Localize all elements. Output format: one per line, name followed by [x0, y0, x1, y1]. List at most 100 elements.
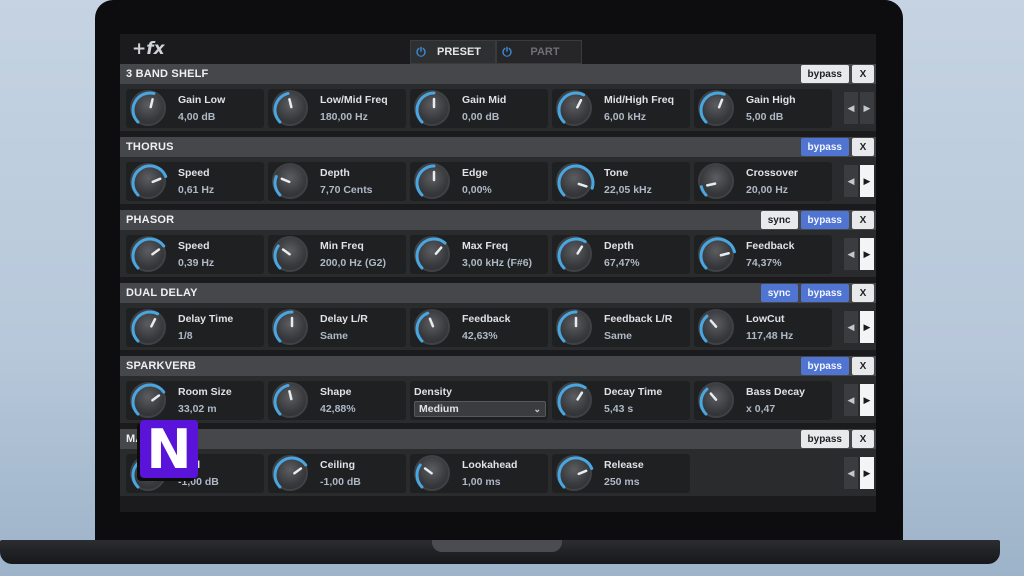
param-shape: Shape 42,88%	[268, 381, 406, 420]
param-value: 1,00 ms	[462, 476, 501, 488]
move-left-button[interactable]: ◀	[844, 457, 858, 489]
knob[interactable]	[556, 309, 592, 345]
knob[interactable]	[698, 163, 734, 199]
bypass-button[interactable]: bypass	[800, 357, 849, 375]
param-value: 42,63%	[462, 330, 498, 342]
knob[interactable]	[414, 90, 450, 126]
move-left-button[interactable]: ◀	[844, 92, 858, 124]
bypass-button[interactable]: bypass	[800, 284, 849, 302]
param-ceiling: Ceiling -1,00 dB	[268, 454, 406, 493]
param-crossover: Crossover 20,00 Hz	[694, 162, 832, 201]
param-name: Release	[604, 459, 644, 471]
knob[interactable]	[272, 455, 308, 491]
close-button[interactable]: X	[852, 65, 874, 83]
move-left-button[interactable]: ◀	[844, 165, 858, 197]
knob[interactable]	[698, 309, 734, 345]
param-depth: Depth 7,70 Cents	[268, 162, 406, 201]
knob[interactable]	[272, 236, 308, 272]
close-button[interactable]: X	[852, 357, 874, 375]
chevron-down-icon: ⌄	[533, 404, 541, 414]
param-value: Same	[320, 330, 349, 342]
tab-part[interactable]: ⏻ PART	[496, 40, 582, 64]
param-value: 22,05 kHz	[604, 184, 652, 196]
param-speed: Speed 0,39 Hz	[126, 235, 264, 274]
top-bar: +fx ⏻ PRESET ⏻ PART	[120, 34, 876, 64]
param-name: Bass Decay	[746, 386, 805, 398]
plugin-window: +fx ⏻ PRESET ⏻ PART 3 BAND SHELF bypass X…	[120, 34, 876, 512]
knob[interactable]	[556, 90, 592, 126]
module-thorus: THORUS bypass X Speed 0,61 Hz Depth 7,70 …	[120, 137, 876, 210]
bypass-button[interactable]: bypass	[800, 211, 849, 229]
sync-button[interactable]: sync	[760, 284, 798, 302]
tab-preset-label: PRESET	[436, 46, 481, 58]
param-name: Lookahead	[462, 459, 518, 471]
bypass-button[interactable]: bypass	[800, 138, 849, 156]
move-left-button[interactable]: ◀	[844, 384, 858, 416]
knob[interactable]	[272, 163, 308, 199]
module-title: SPARKVERB	[126, 360, 197, 372]
bypass-button[interactable]: bypass	[800, 430, 849, 448]
module-nav: ◀ ▶	[844, 165, 874, 197]
param-gain-low: Gain Low 4,00 dB	[126, 89, 264, 128]
knob[interactable]	[130, 236, 166, 272]
close-button[interactable]: X	[852, 211, 874, 229]
param-value: 0,00 dB	[462, 111, 500, 123]
module-header: SPARKVERB bypass X	[120, 356, 876, 376]
move-left-button[interactable]: ◀	[844, 238, 858, 270]
move-right-button[interactable]: ▶	[860, 165, 874, 197]
param-name: Gain Mid	[462, 94, 507, 106]
knob[interactable]	[130, 309, 166, 345]
knob[interactable]	[414, 236, 450, 272]
knob[interactable]	[414, 309, 450, 345]
knob[interactable]	[272, 309, 308, 345]
close-button[interactable]: X	[852, 430, 874, 448]
knob[interactable]	[414, 163, 450, 199]
knob[interactable]	[698, 90, 734, 126]
param-name: Crossover	[746, 167, 798, 179]
tab-preset[interactable]: ⏻ PRESET	[410, 40, 496, 64]
knob[interactable]	[556, 236, 592, 272]
close-button[interactable]: X	[852, 284, 874, 302]
move-right-button[interactable]: ▶	[860, 457, 874, 489]
param-gain-mid: Gain Mid 0,00 dB	[410, 89, 548, 128]
param-mid-high-freq: Mid/High Freq 6,00 kHz	[552, 89, 690, 128]
move-left-button[interactable]: ◀	[844, 311, 858, 343]
knob[interactable]	[698, 236, 736, 272]
knob[interactable]	[130, 382, 166, 418]
module-body: Gain Low 4,00 dB Low/Mid Freq 180,00 Hz …	[120, 84, 876, 134]
knob[interactable]	[272, 382, 308, 418]
density-select[interactable]: Medium ⌄	[414, 401, 546, 417]
param-value: 0,61 Hz	[178, 184, 215, 196]
knob[interactable]	[556, 163, 595, 199]
knob[interactable]	[556, 382, 592, 418]
move-right-button[interactable]: ▶	[860, 92, 874, 124]
module-body: hold -1,00 dB Ceiling -1,00 dB Lookahead…	[120, 449, 876, 499]
screen-footer	[120, 502, 876, 508]
app-logo: +fx	[132, 39, 165, 59]
move-right-button[interactable]: ▶	[860, 311, 874, 343]
module-3-band-shelf: 3 BAND SHELF bypass X Gain Low 4,00 dB Lo…	[120, 64, 876, 137]
param-density: Density Medium ⌄	[410, 381, 548, 420]
param-edge: Edge 0,00%	[410, 162, 548, 201]
param-value: x 0,47	[746, 403, 776, 415]
module-phasor: PHASOR sync bypass X Speed 0,39 Hz Min Fre…	[120, 210, 876, 283]
close-button[interactable]: X	[852, 138, 874, 156]
param-low-mid-freq: Low/Mid Freq 180,00 Hz	[268, 89, 406, 128]
param-release: Release 250 ms	[552, 454, 690, 493]
knob[interactable]	[698, 382, 734, 418]
knob[interactable]	[414, 455, 450, 491]
move-right-button[interactable]: ▶	[860, 238, 874, 270]
param-lowcut: LowCut 117,48 Hz	[694, 308, 832, 347]
param-room-size: Room Size 33,02 m	[126, 381, 264, 420]
knob[interactable]	[130, 163, 168, 199]
param-depth: Depth 67,47%	[552, 235, 690, 274]
knob[interactable]	[130, 90, 166, 126]
bypass-button[interactable]: bypass	[800, 65, 849, 83]
knob[interactable]	[556, 455, 594, 491]
move-right-button[interactable]: ▶	[860, 384, 874, 416]
param-value: 0,39 Hz	[178, 257, 215, 269]
knob[interactable]	[272, 90, 308, 126]
sync-button[interactable]: sync	[760, 211, 798, 229]
module-header: PHASOR sync bypass X	[120, 210, 876, 230]
param-name: Shape	[320, 386, 352, 398]
